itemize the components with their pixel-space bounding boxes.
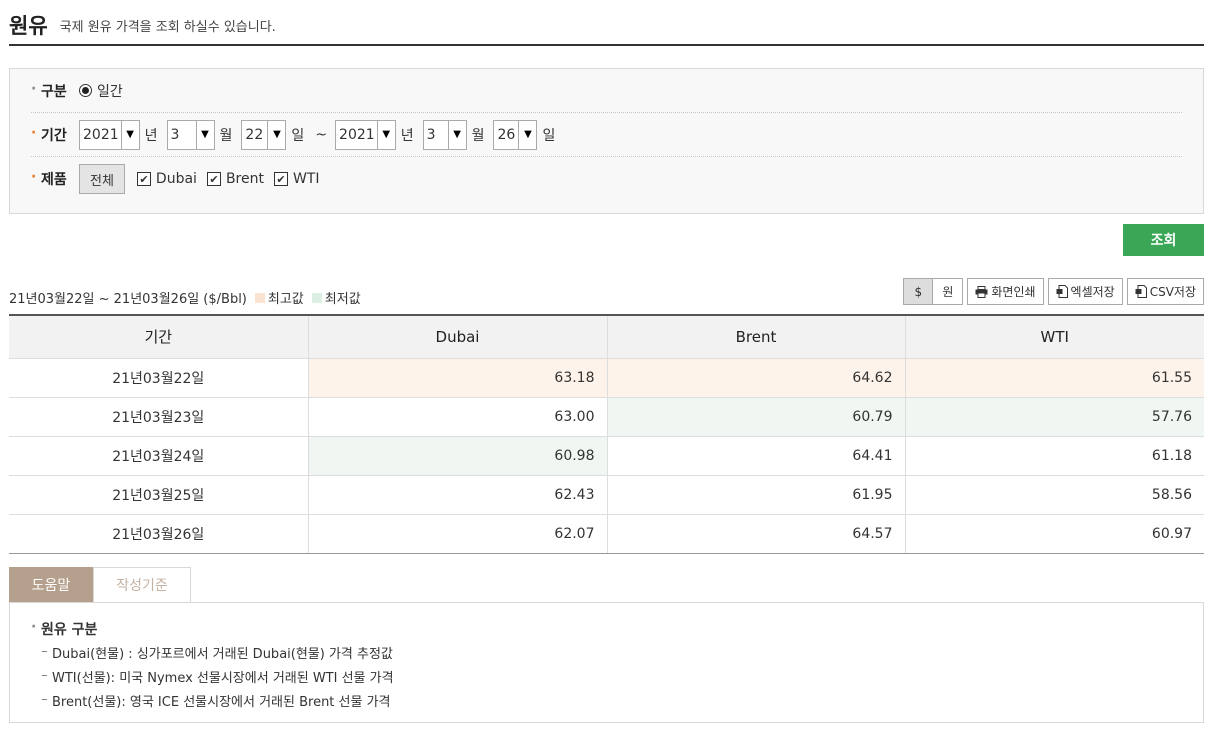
- brent-price: 61.95: [607, 475, 906, 515]
- brent-price: 60.79: [607, 397, 906, 437]
- col-header-dubai: Dubai: [308, 315, 608, 359]
- period-label: · 기간: [31, 124, 67, 144]
- row-date: 21년03월24일: [9, 436, 309, 476]
- tab-criteria[interactable]: 작성기준: [93, 567, 191, 602]
- help-item-wti: ⁻ WTI(선물): 미국 Nymex 선물시장에서 거래된 WTI 선물 가격: [41, 671, 394, 686]
- row-date: 21년03월25일: [9, 475, 309, 515]
- period-row: · 기간 2021 ▼ 년 3 ▼ 월 22 ▼ 일 ~ 2021 ▼ 년 3 ▼ 월 26…: [31, 113, 1182, 157]
- excel-save-button[interactable]: 엑셀저장: [1047, 278, 1123, 305]
- search-button[interactable]: 조회: [1123, 224, 1204, 256]
- table-row: 21년03월23일 63.00 60.79 57.76: [9, 397, 1204, 437]
- search-panel: · 구분 일간 · 기간 2021 ▼ 년 3 ▼ 월 22 ▼ 일 ~ 2021 ▼ 년 …: [9, 68, 1204, 214]
- price-table: 기간 Dubai Brent WTI 21년03월22일 63.18 64.62…: [9, 314, 1204, 554]
- chevron-down-icon[interactable]: ▼: [518, 120, 537, 149]
- table-row: 21년03월24일 60.98 64.41 61.18: [9, 436, 1204, 476]
- product-row: · 제품 전체 ✔ Dubai ✔ Brent ✔ WTI: [31, 157, 1182, 201]
- daily-radio[interactable]: 일간: [79, 81, 123, 101]
- legend-low-label: 최저값: [324, 292, 361, 307]
- row-date: 21년03월22일: [9, 358, 309, 398]
- checkbox-checked-icon[interactable]: ✔: [273, 172, 288, 186]
- chevron-down-icon[interactable]: ▼: [376, 120, 395, 149]
- page-title: 원유: [9, 14, 48, 38]
- table-row: 21년03월26일 62.07 64.57 60.97: [9, 514, 1204, 554]
- csv-file-icon: [1135, 285, 1147, 298]
- checkbox-checked-icon[interactable]: ✔: [206, 172, 221, 186]
- help-panel: · 원유 구분 ⁻ Dubai(현물) : 싱가포르에서 거래된 Dubai(현물…: [9, 602, 1204, 723]
- dubai-price: 62.07: [308, 514, 608, 554]
- product-label: · 제품: [31, 169, 67, 188]
- toolbar: $ 원 화면인쇄 엑셀저장 CSV저장: [903, 278, 1204, 305]
- csv-save-button[interactable]: CSV저장: [1126, 278, 1204, 305]
- row-date: 21년03월23일: [9, 397, 309, 437]
- table-header-row: 기간 Dubai Brent WTI: [9, 315, 1204, 359]
- page-subtitle: 국제 원유 가격을 조회 하실수 있습니다.: [59, 20, 276, 35]
- brent-checkbox[interactable]: ✔ Brent: [206, 171, 264, 187]
- help-item-dubai: ⁻ Dubai(현물) : 싱가포르에서 거래된 Dubai(현물) 가격 추정…: [41, 647, 393, 662]
- col-header-period: 기간: [9, 315, 309, 359]
- chevron-down-icon[interactable]: ▼: [447, 120, 466, 149]
- page-header: 원유 국제 원유 가격을 조회 하실수 있습니다.: [9, 12, 1204, 46]
- legend-low-swatch: [311, 292, 322, 303]
- checkbox-checked-icon[interactable]: ✔: [136, 172, 151, 186]
- type-label: · 구분: [31, 80, 67, 100]
- table-row: 21년03월22일 63.18 64.62 61.55: [9, 358, 1204, 398]
- col-header-wti: WTI: [905, 315, 1204, 359]
- table-row: 21년03월25일 62.43 61.95 58.56: [9, 475, 1204, 515]
- wti-price: 60.97: [905, 514, 1204, 554]
- dubai-checkbox[interactable]: ✔ Dubai: [136, 171, 197, 187]
- chevron-down-icon[interactable]: ▼: [195, 120, 214, 149]
- print-button[interactable]: 화면인쇄: [967, 278, 1044, 305]
- end-day-select[interactable]: 26 ▼: [493, 119, 538, 150]
- help-title: · 원유 구분: [31, 619, 98, 638]
- brent-price: 64.57: [607, 514, 906, 554]
- result-period: 21년03월22일 ~ 21년03월26일 ($/Bbl) 최고값 최저값: [9, 288, 361, 307]
- dubai-price: 62.43: [308, 475, 608, 515]
- currency-toggle: $ 원: [903, 278, 964, 305]
- chevron-down-icon[interactable]: ▼: [267, 120, 286, 149]
- won-unit-button[interactable]: 원: [933, 278, 964, 305]
- help-item-brent: ⁻ Brent(선물): 영국 ICE 선물시장에서 거래된 Brent 선물 …: [41, 695, 391, 710]
- brent-price: 64.41: [607, 436, 906, 476]
- col-header-brent: Brent: [607, 315, 906, 359]
- wti-checkbox[interactable]: ✔ WTI: [273, 171, 320, 187]
- type-row: · 구분 일간: [31, 69, 1182, 113]
- dollar-unit-button[interactable]: $: [903, 278, 934, 305]
- printer-icon: [975, 285, 988, 298]
- radio-selected-icon[interactable]: [79, 84, 92, 97]
- tab-help[interactable]: 도움말: [9, 567, 93, 602]
- end-year-select[interactable]: 2021 ▼: [335, 119, 396, 150]
- brent-price: 64.62: [607, 358, 906, 398]
- wti-price: 58.56: [905, 475, 1204, 515]
- dubai-price: 63.00: [308, 397, 608, 437]
- excel-file-icon: [1056, 285, 1068, 298]
- end-month-select[interactable]: 3 ▼: [422, 119, 467, 150]
- select-all-button[interactable]: 전체: [79, 164, 125, 194]
- wti-price: 57.76: [905, 397, 1204, 437]
- wti-price: 61.55: [905, 358, 1204, 398]
- chevron-down-icon[interactable]: ▼: [120, 120, 139, 149]
- help-tabs: 도움말 작성기준: [9, 567, 191, 602]
- row-date: 21년03월26일: [9, 514, 309, 554]
- legend-high-label: 최고값: [267, 292, 304, 307]
- dubai-price: 60.98: [308, 436, 608, 476]
- start-month-select[interactable]: 3 ▼: [166, 119, 215, 150]
- start-day-select[interactable]: 22 ▼: [241, 119, 287, 150]
- start-year-select[interactable]: 2021 ▼: [79, 119, 140, 150]
- dubai-price: 63.18: [308, 358, 608, 398]
- wti-price: 61.18: [905, 436, 1204, 476]
- legend-high-swatch: [254, 292, 265, 303]
- result-bar: 21년03월22일 ~ 21년03월26일 ($/Bbl) 최고값 최저값 $ …: [9, 276, 1204, 308]
